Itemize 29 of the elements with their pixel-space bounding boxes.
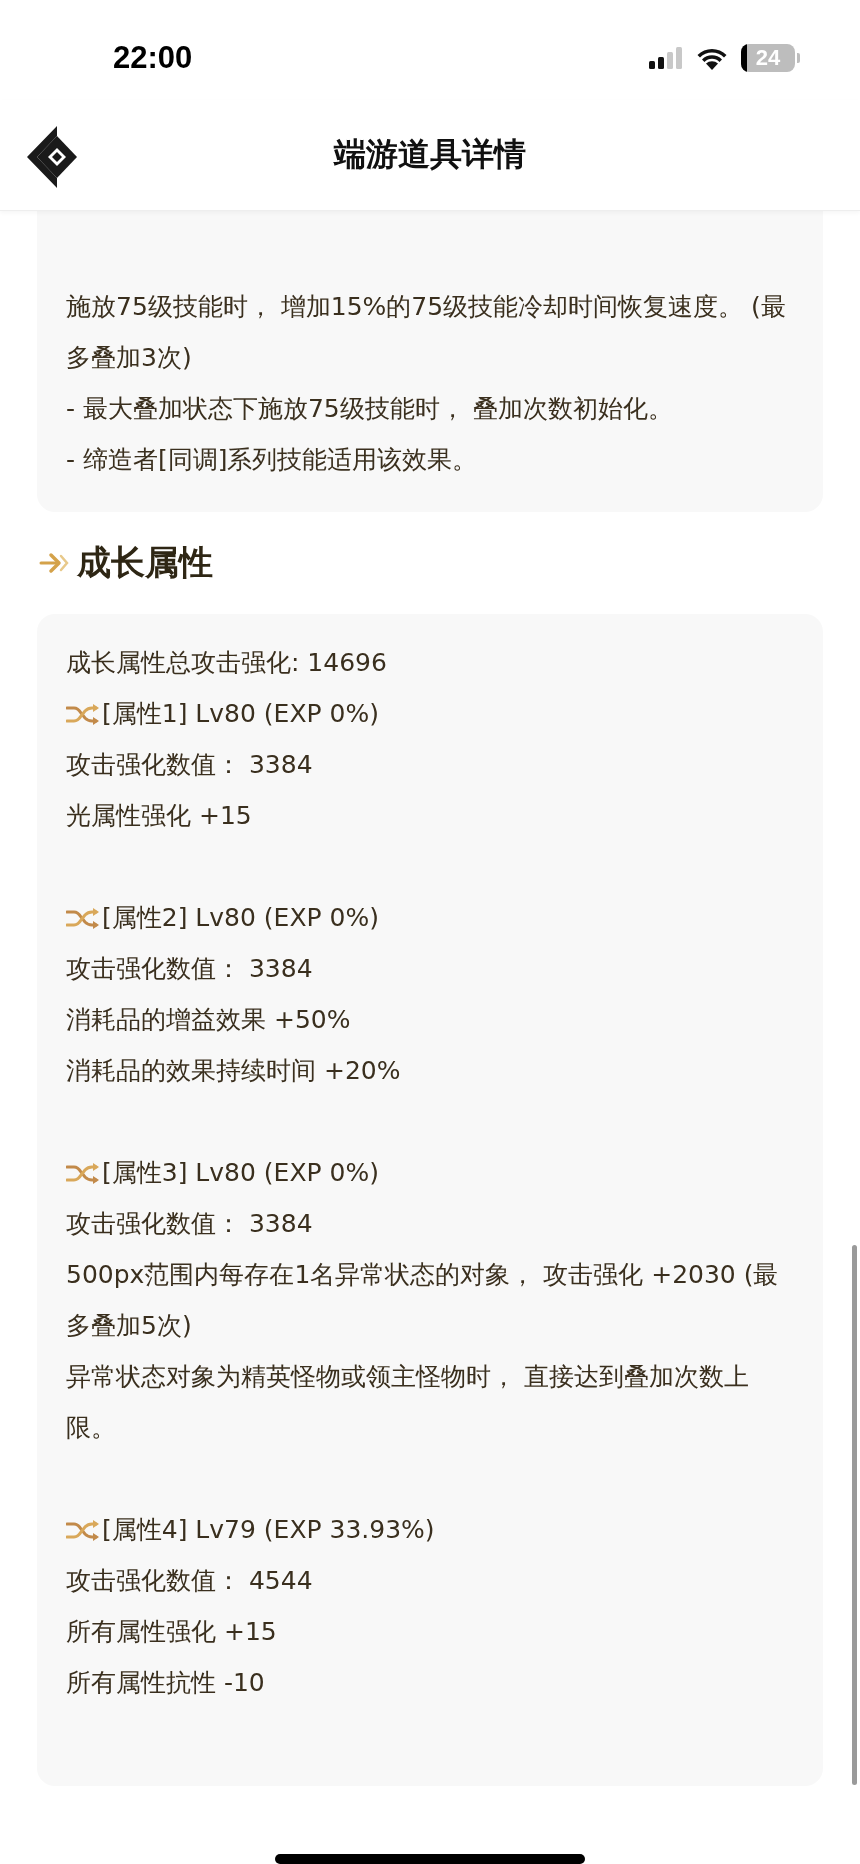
- attribute-text: 消耗品的增益效果 +50%: [66, 1004, 352, 1036]
- logo-icon: [27, 126, 77, 188]
- shuffle-icon: [66, 702, 100, 725]
- attribute-text: 500px范围内每存在1名异常状态的对象， 攻击强化 +2030 (最多叠加5次): [66, 1259, 780, 1342]
- shuffle-icon: [66, 1518, 100, 1541]
- attribute-text: 光属性强化 +15: [66, 800, 253, 832]
- page-title: 端游道具详情: [334, 134, 526, 175]
- attribute-text: 攻击强化数值： 3384: [66, 749, 314, 781]
- wifi-icon: [695, 46, 729, 70]
- effect-text: - 最大叠加状态下施放75级技能时， 叠加次数初始化。: [66, 393, 674, 425]
- attribute-text: 攻击强化数值： 4544: [66, 1565, 314, 1597]
- signal-icon: [649, 47, 683, 69]
- section-title: 成长属性: [77, 541, 213, 584]
- shuffle-icon: [66, 906, 100, 929]
- shuffle-icon: [66, 1161, 100, 1184]
- total-text: 成长属性总攻击强化: 14696: [66, 647, 388, 679]
- attribute-heading: [属性2] Lv80 (EXP 0%): [102, 902, 379, 934]
- attribute-text: 攻击强化数值： 3384: [66, 953, 314, 985]
- attribute-heading: [属性4] Lv79 (EXP 33.93%): [102, 1514, 435, 1546]
- attribute-text: 消耗品的效果持续时间 +20%: [66, 1055, 402, 1087]
- attribute-heading: [属性1] Lv80 (EXP 0%): [102, 698, 379, 730]
- attribute-text: 异常状态对象为精英怪物或领主怪物时， 直接达到叠加次数上限。: [66, 1361, 750, 1444]
- attribute-text: 所有属性强化 +15: [66, 1616, 278, 1648]
- effect-text: - 缔造者[同调]系列技能适用该效果。: [66, 444, 479, 476]
- status-time: 22:00: [113, 40, 193, 76]
- attribute-text: 攻击强化数值： 3384: [66, 1208, 314, 1240]
- effect-text: 施放75级技能时， 增加15%的75级技能冷却时间恢复速度。 (最多叠加3次): [66, 291, 787, 374]
- attribute-text: 所有属性抗性 -10: [66, 1667, 266, 1699]
- attribute-heading: [属性3] Lv80 (EXP 0%): [102, 1157, 379, 1189]
